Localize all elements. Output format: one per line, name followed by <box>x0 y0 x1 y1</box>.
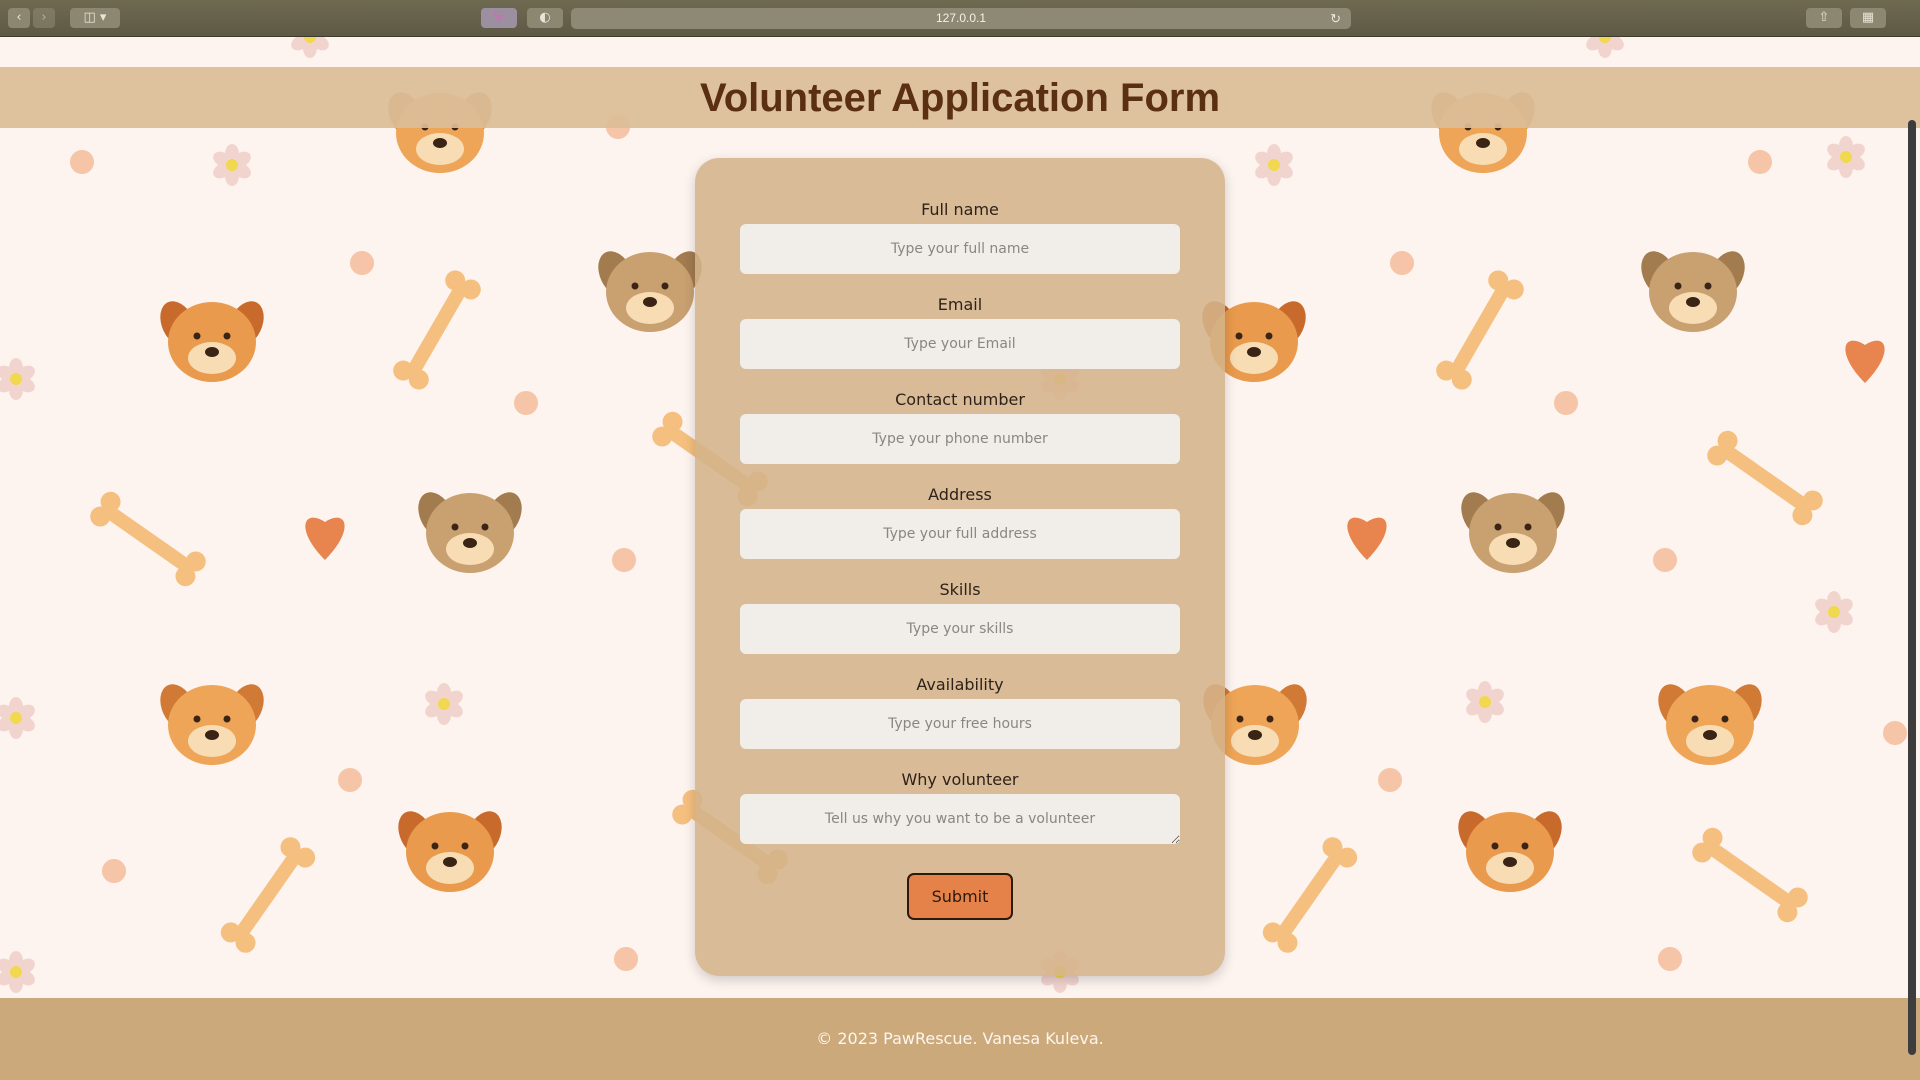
dot-decoration <box>102 859 126 883</box>
availability-label: Availability <box>916 675 1004 694</box>
dog-face-icon <box>1641 251 1745 332</box>
dot-decoration <box>338 768 362 792</box>
dog-face-icon <box>1658 684 1762 765</box>
flower-icon <box>1255 144 1293 186</box>
dot-decoration <box>612 548 636 572</box>
dot-decoration <box>514 391 538 415</box>
contrast-icon[interactable]: ◐ <box>527 8 563 28</box>
bone-icon <box>1707 430 1823 526</box>
browser-toolbar: ‹ › ◫ ▾ ⛨ ◐ 127.0.0.1 ↻ ⇧ ▦ <box>0 0 1920 37</box>
why-volunteer-textarea[interactable] <box>740 794 1180 844</box>
volunteer-form: Full name Email Contact number Address S… <box>695 158 1225 976</box>
availability-input[interactable] <box>740 699 1180 749</box>
bone-icon <box>1262 837 1358 953</box>
address-input[interactable] <box>740 509 1180 559</box>
reload-icon[interactable]: ↻ <box>1330 8 1341 29</box>
why-volunteer-label: Why volunteer <box>901 770 1019 789</box>
share-icon[interactable]: ⇧ <box>1806 8 1842 28</box>
dot-decoration <box>614 947 638 971</box>
sidebar-toggle-button[interactable]: ◫ ▾ <box>70 8 120 28</box>
heart-icon <box>305 517 345 560</box>
dog-face-icon <box>1461 492 1565 573</box>
dot-decoration <box>1658 947 1682 971</box>
flower-icon <box>1827 136 1865 178</box>
flower-icon <box>1586 37 1624 58</box>
bone-icon <box>393 270 481 390</box>
skills-label: Skills <box>939 580 981 599</box>
dog-face-icon <box>598 251 702 332</box>
contact-number-input[interactable] <box>740 414 1180 464</box>
full-name-label: Full name <box>921 200 999 219</box>
dog-face-icon <box>398 811 502 892</box>
flower-icon <box>213 144 251 186</box>
shield-icon[interactable]: ⛨ <box>481 8 517 28</box>
flower-icon <box>0 358 35 400</box>
dot-decoration <box>1378 768 1402 792</box>
email-input[interactable] <box>740 319 1180 369</box>
skills-input[interactable] <box>740 604 1180 654</box>
footer-text: © 2023 PawRescue. Vanesa Kuleva. <box>816 1029 1104 1048</box>
grid-icon[interactable]: ▦ <box>1850 8 1886 28</box>
page-title: Volunteer Application Form <box>699 76 1221 120</box>
flower-icon <box>0 697 35 739</box>
dot-decoration <box>1883 721 1907 745</box>
heart-icon <box>1347 517 1387 560</box>
dot-decoration <box>1748 150 1772 174</box>
email-label: Email <box>937 295 983 314</box>
why-volunteer-group: Why volunteer <box>740 770 1180 844</box>
scrollbar[interactable] <box>1908 120 1916 1055</box>
bone-icon <box>1692 827 1808 923</box>
dog-face-icon <box>1458 811 1562 892</box>
email-group: Email <box>740 295 1180 369</box>
full-name-group: Full name <box>740 200 1180 274</box>
dog-face-icon <box>418 492 522 573</box>
page-header: Volunteer Application Form <box>0 67 1920 128</box>
forward-button[interactable]: › <box>33 8 55 28</box>
full-name-input[interactable] <box>740 224 1180 274</box>
heart-icon <box>1845 340 1885 383</box>
dot-decoration <box>1390 251 1414 275</box>
address-group: Address <box>740 485 1180 559</box>
dot-decoration <box>1653 548 1677 572</box>
dot-decoration <box>70 150 94 174</box>
contact-number-label: Contact number <box>895 390 1025 409</box>
flower-icon <box>291 37 329 58</box>
bone-icon <box>1436 270 1524 390</box>
flower-icon <box>1815 591 1853 633</box>
flower-icon <box>1466 681 1504 723</box>
bone-icon <box>220 837 316 953</box>
dot-decoration <box>1554 391 1578 415</box>
back-button[interactable]: ‹ <box>8 8 30 28</box>
contact-number-group: Contact number <box>740 390 1180 464</box>
address-bar[interactable]: 127.0.0.1 ↻ <box>571 8 1351 29</box>
submit-button[interactable]: Submit <box>907 873 1013 920</box>
dog-face-icon <box>160 684 264 765</box>
url-text: 127.0.0.1 <box>935 11 987 25</box>
flower-icon <box>0 951 35 993</box>
address-label: Address <box>928 485 992 504</box>
bone-icon <box>90 491 206 587</box>
flower-icon <box>425 683 463 725</box>
skills-group: Skills <box>740 580 1180 654</box>
dot-decoration <box>350 251 374 275</box>
page-footer: © 2023 PawRescue. Vanesa Kuleva. <box>0 998 1920 1080</box>
dog-face-icon <box>160 301 264 382</box>
availability-group: Availability <box>740 675 1180 749</box>
